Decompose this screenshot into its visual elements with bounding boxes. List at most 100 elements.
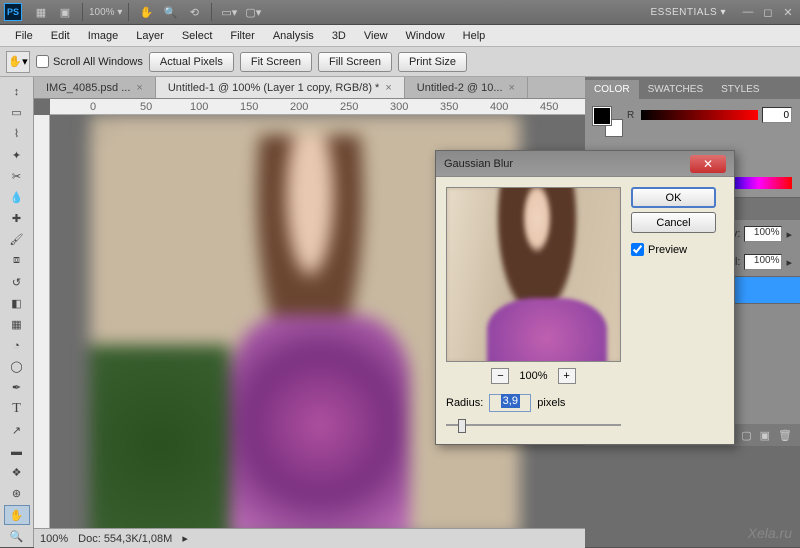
scroll-all-label: Scroll All Windows <box>53 56 143 68</box>
zoom-tool-icon[interactable]: 🔍 <box>4 527 30 546</box>
tab-swatches[interactable]: SWATCHES <box>639 80 713 99</box>
maximize-button[interactable]: ◻ <box>760 5 776 19</box>
healing-tool-icon[interactable]: ✚ <box>4 209 30 228</box>
dialog-title-bar[interactable]: Gaussian Blur ✕ <box>436 151 734 177</box>
ruler-vertical[interactable] <box>34 115 50 547</box>
gradient-tool-icon[interactable]: ▦ <box>4 315 30 334</box>
camera-tool-icon[interactable]: ⊛ <box>4 484 30 503</box>
current-tool-icon[interactable]: ✋▾ <box>6 51 30 73</box>
launch-bridge-icon[interactable]: ▦ <box>30 2 52 22</box>
fit-screen-button[interactable]: Fit Screen <box>240 52 312 72</box>
brush-tool-icon[interactable]: 🖌 <box>4 230 30 249</box>
tab-label: IMG_4085.psd ... <box>46 82 130 94</box>
slider-r-label: R <box>627 110 637 121</box>
actual-pixels-button[interactable]: Actual Pixels <box>149 52 234 72</box>
screen-mode-icon[interactable]: ▢▾ <box>242 2 264 22</box>
scroll-all-checkbox[interactable] <box>36 55 49 68</box>
menu-file[interactable]: File <box>6 27 42 45</box>
status-arrow-icon[interactable]: ▸ <box>182 532 188 545</box>
new-layer-icon[interactable]: ▣ <box>760 429 770 442</box>
title-bar: PS ▦ ▣ 100% ▾ ✋ 🔍 ⟲ ▭▾ ▢▾ ESSENTIALS ▾ —… <box>0 0 800 25</box>
history-brush-icon[interactable]: ↺ <box>4 273 30 292</box>
stamp-tool-icon[interactable]: ⧈ <box>4 251 30 270</box>
document-tab[interactable]: Untitled-2 @ 10... × <box>405 77 528 98</box>
zoom-value[interactable]: 100% <box>40 533 68 545</box>
pen-tool-icon[interactable]: ✒ <box>4 378 30 397</box>
gaussian-blur-dialog: Gaussian Blur ✕ − 100% + Radius: 3,9 pix… <box>435 150 735 445</box>
menu-window[interactable]: Window <box>397 27 454 45</box>
opacity-arrow-icon[interactable]: ▸ <box>786 228 792 241</box>
rotate-view-icon[interactable]: ⟲ <box>183 2 205 22</box>
zoom-tool-icon[interactable]: 🔍 <box>159 2 181 22</box>
slider-thumb[interactable] <box>458 419 466 433</box>
preview-check[interactable]: Preview <box>631 243 716 256</box>
opacity-value[interactable]: 100% <box>744 226 782 242</box>
arrange-docs-icon[interactable]: ▭▾ <box>218 2 240 22</box>
menu-3d[interactable]: 3D <box>323 27 355 45</box>
close-window-button[interactable]: ✕ <box>780 5 796 19</box>
radius-slider[interactable] <box>446 416 621 434</box>
fill-screen-button[interactable]: Fill Screen <box>318 52 392 72</box>
watermark: Xela.ru <box>748 525 792 541</box>
menu-image[interactable]: Image <box>79 27 128 45</box>
folder-icon[interactable]: ▢ <box>741 429 751 442</box>
menu-view[interactable]: View <box>355 27 397 45</box>
move-tool-icon[interactable]: ↕ <box>4 82 30 101</box>
zoom-out-button[interactable]: − <box>491 368 509 384</box>
zoom-in-button[interactable]: + <box>558 368 576 384</box>
cancel-button[interactable]: Cancel <box>631 212 716 233</box>
fill-arrow-icon[interactable]: ▸ <box>786 256 792 269</box>
radius-input[interactable]: 3,9 <box>489 394 531 412</box>
preview-checkbox[interactable] <box>631 243 644 256</box>
menu-layer[interactable]: Layer <box>127 27 173 45</box>
crop-tool-icon[interactable]: ✂ <box>4 167 30 186</box>
mini-bridge-icon[interactable]: ▣ <box>54 2 76 22</box>
r-value-input[interactable] <box>762 107 792 123</box>
eraser-tool-icon[interactable]: ◧ <box>4 294 30 313</box>
menu-edit[interactable]: Edit <box>42 27 79 45</box>
fg-bg-swatch[interactable] <box>593 107 623 137</box>
hand-tool-icon[interactable]: ✋ <box>135 2 157 22</box>
hand-tool-icon[interactable]: ✋ <box>4 505 30 524</box>
close-tab-icon[interactable]: × <box>385 82 391 94</box>
tab-styles[interactable]: STYLES <box>712 80 768 99</box>
fill-value[interactable]: 100% <box>744 254 782 270</box>
trash-icon[interactable]: 🗑 <box>778 429 792 442</box>
document-tabs: IMG_4085.psd ... × Untitled-1 @ 100% (La… <box>34 77 585 99</box>
dodge-tool-icon[interactable]: ◯ <box>4 357 30 376</box>
menu-help[interactable]: Help <box>454 27 495 45</box>
type-tool-icon[interactable]: T <box>4 400 30 419</box>
close-tab-icon[interactable]: × <box>509 82 515 94</box>
tab-color[interactable]: COLOR <box>585 80 639 99</box>
close-tab-icon[interactable]: × <box>136 82 142 94</box>
marquee-tool-icon[interactable]: ▭ <box>4 103 30 122</box>
options-bar: ✋▾ Scroll All Windows Actual Pixels Fit … <box>0 47 800 77</box>
document-tab[interactable]: IMG_4085.psd ... × <box>34 77 156 98</box>
document-tab[interactable]: Untitled-1 @ 100% (Layer 1 copy, RGB/8) … <box>156 77 405 98</box>
wand-tool-icon[interactable]: ✦ <box>4 146 30 165</box>
minimize-button[interactable]: — <box>740 5 756 19</box>
color-panel-tabs: COLOR SWATCHES STYLES <box>585 77 800 99</box>
dialog-title: Gaussian Blur <box>444 158 513 170</box>
r-slider[interactable] <box>641 110 758 120</box>
tools-panel: ↕ ▭ ⌇ ✦ ✂ 💧 ✚ 🖌 ⧈ ↺ ◧ ▦ ◔ ◯ ✒ T ↗ ▬ ❖ ⊛ … <box>0 77 34 547</box>
dialog-close-button[interactable]: ✕ <box>690 155 726 173</box>
print-size-button[interactable]: Print Size <box>398 52 467 72</box>
eyedropper-tool-icon[interactable]: 💧 <box>4 188 30 207</box>
ok-button[interactable]: OK <box>631 187 716 208</box>
doc-size: Doc: 554,3K/1,08M <box>78 533 172 545</box>
path-tool-icon[interactable]: ↗ <box>4 421 30 440</box>
scroll-all-windows-check[interactable]: Scroll All Windows <box>36 55 143 68</box>
menu-analysis[interactable]: Analysis <box>264 27 323 45</box>
menu-select[interactable]: Select <box>173 27 222 45</box>
shape-tool-icon[interactable]: ▬ <box>4 442 30 461</box>
workspace-switcher[interactable]: ESSENTIALS ▾ <box>651 7 727 18</box>
zoom-level-label[interactable]: 100% ▾ <box>89 2 122 22</box>
menu-filter[interactable]: Filter <box>221 27 263 45</box>
blur-tool-icon[interactable]: ◔ <box>4 336 30 355</box>
preview-image[interactable] <box>446 187 621 362</box>
3d-tool-icon[interactable]: ❖ <box>4 463 30 482</box>
ruler-horizontal[interactable]: 0 50 100 150 200 250 300 350 400 450 <box>50 99 585 115</box>
menu-bar: File Edit Image Layer Select Filter Anal… <box>0 25 800 47</box>
lasso-tool-icon[interactable]: ⌇ <box>4 124 30 143</box>
